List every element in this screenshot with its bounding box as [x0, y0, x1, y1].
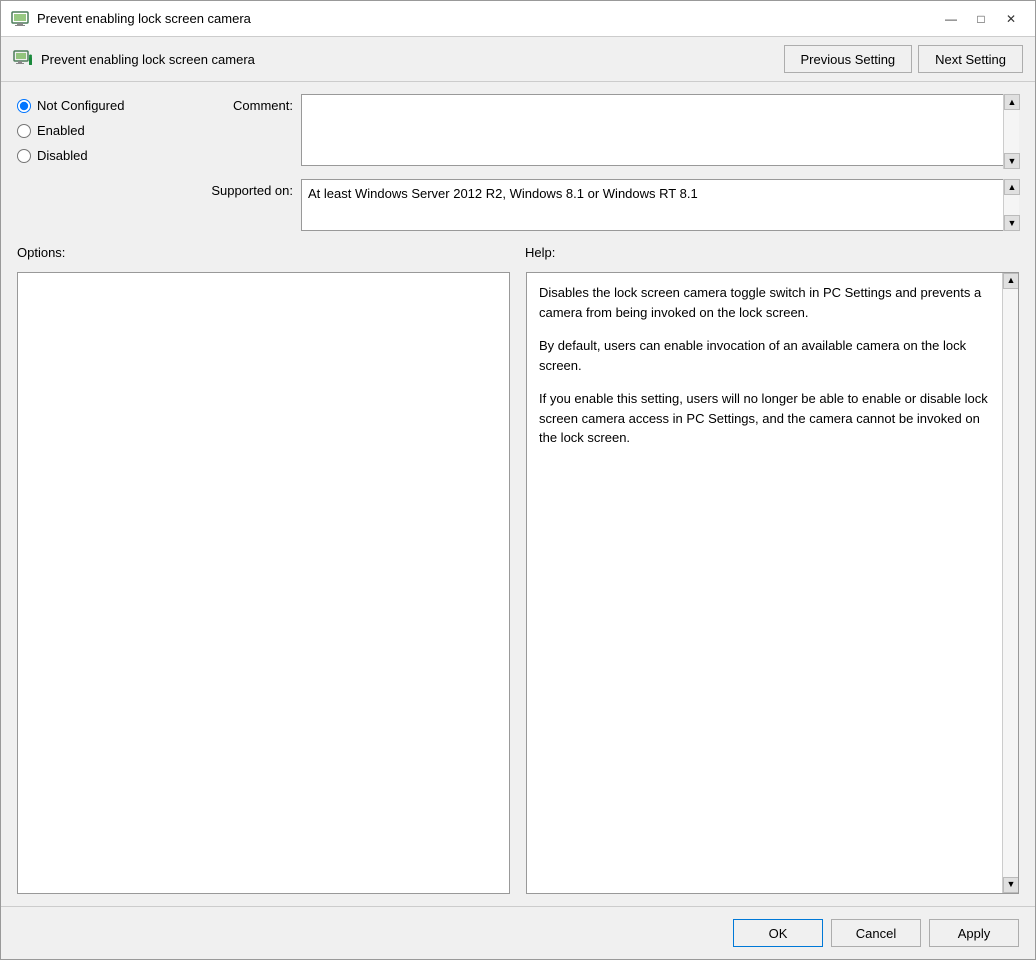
options-box — [17, 272, 510, 894]
previous-setting-button[interactable]: Previous Setting — [784, 45, 913, 73]
next-setting-button[interactable]: Next Setting — [918, 45, 1023, 73]
options-column — [17, 272, 518, 894]
supported-scroll-down[interactable]: ▼ — [1004, 215, 1020, 231]
help-text-p2: By default, users can enable invocation … — [539, 336, 990, 375]
comment-label: Comment: — [193, 94, 293, 113]
enabled-label: Enabled — [37, 123, 85, 138]
help-section-label: Help: — [525, 245, 555, 260]
supported-scroll-track — [1004, 195, 1019, 215]
options-help-section: Disables the lock screen camera toggle s… — [17, 272, 1019, 894]
toolbar: Prevent enabling lock screen camera Prev… — [1, 37, 1035, 82]
options-section-label: Options: — [17, 245, 65, 260]
title-bar-controls: — □ ✕ — [937, 7, 1025, 31]
maximize-button[interactable]: □ — [967, 7, 995, 31]
disabled-label: Disabled — [37, 148, 88, 163]
not-configured-option[interactable]: Not Configured — [17, 98, 177, 113]
comment-scroll-up[interactable]: ▲ — [1004, 94, 1020, 110]
disabled-option[interactable]: Disabled — [17, 148, 177, 163]
supported-wrapper: At least Windows Server 2012 R2, Windows… — [301, 179, 1019, 231]
help-text-p1: Disables the lock screen camera toggle s… — [539, 283, 990, 322]
window-icon — [11, 10, 29, 28]
cancel-button[interactable]: Cancel — [831, 919, 921, 947]
toolbar-policy-title: Prevent enabling lock screen camera — [41, 52, 255, 67]
title-bar-left: Prevent enabling lock screen camera — [11, 10, 251, 28]
enabled-radio[interactable] — [17, 124, 31, 138]
ok-button[interactable]: OK — [733, 919, 823, 947]
title-bar-title: Prevent enabling lock screen camera — [37, 11, 251, 26]
toolbar-icon — [13, 49, 33, 69]
footer: OK Cancel Apply — [1, 906, 1035, 959]
supported-scroll-up[interactable]: ▲ — [1004, 179, 1020, 195]
help-scroll-up[interactable]: ▲ — [1003, 273, 1019, 289]
title-bar: Prevent enabling lock screen camera — □ … — [1, 1, 1035, 37]
radio-group: Not Configured Enabled Disabled — [17, 94, 177, 231]
help-text-p3: If you enable this setting, users will n… — [539, 389, 990, 448]
help-scrollbar: ▲ ▼ — [1002, 273, 1018, 893]
top-section: Not Configured Enabled Disabled Comment: — [17, 94, 1019, 231]
help-column: Disables the lock screen camera toggle s… — [526, 272, 1019, 894]
comment-scroll-down[interactable]: ▼ — [1004, 153, 1020, 169]
comment-textarea[interactable] — [301, 94, 1019, 166]
toolbar-buttons: Previous Setting Next Setting — [784, 45, 1024, 73]
apply-button[interactable]: Apply — [929, 919, 1019, 947]
help-box: Disables the lock screen camera toggle s… — [526, 272, 1019, 894]
comment-scroll-track — [1004, 110, 1019, 153]
not-configured-radio[interactable] — [17, 99, 31, 113]
not-configured-label: Not Configured — [37, 98, 124, 113]
comment-row: Comment: ▲ ▼ — [193, 94, 1019, 169]
comment-scrollbar: ▲ ▼ — [1003, 94, 1019, 169]
main-content: Not Configured Enabled Disabled Comment: — [1, 82, 1035, 906]
supported-scrollbar: ▲ ▼ — [1003, 179, 1019, 231]
enabled-option[interactable]: Enabled — [17, 123, 177, 138]
form-section: Comment: ▲ ▼ Supported on: At least — [193, 94, 1019, 231]
supported-row: Supported on: At least Windows Server 20… — [193, 179, 1019, 231]
help-scroll-track — [1003, 289, 1018, 877]
close-button[interactable]: ✕ — [997, 7, 1025, 31]
toolbar-left: Prevent enabling lock screen camera — [13, 49, 255, 69]
main-window: Prevent enabling lock screen camera — □ … — [0, 0, 1036, 960]
supported-label: Supported on: — [193, 179, 293, 198]
disabled-radio[interactable] — [17, 149, 31, 163]
minimize-button[interactable]: — — [937, 7, 965, 31]
supported-value: At least Windows Server 2012 R2, Windows… — [301, 179, 1019, 231]
help-scroll-down[interactable]: ▼ — [1003, 877, 1019, 893]
comment-textarea-wrapper: ▲ ▼ — [301, 94, 1019, 169]
